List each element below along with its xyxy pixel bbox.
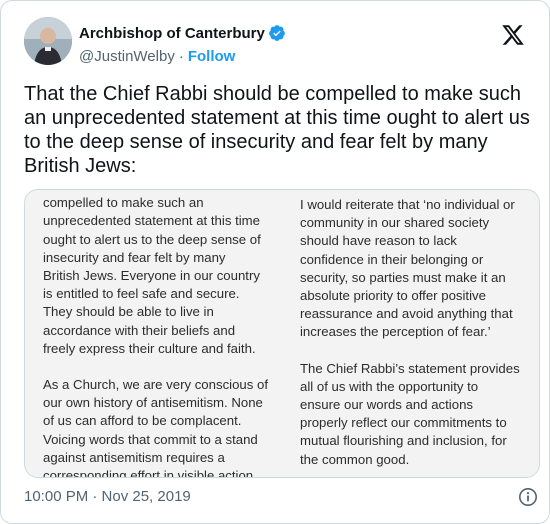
image-paragraph: That the Chief Rabbi should be compelled… (43, 190, 261, 356)
image-paragraph: As a Church, we are very conscious of ou… (43, 377, 269, 478)
tweet-timestamp[interactable]: 10:00 PM · Nov 25, 2019 (24, 488, 191, 505)
follow-button[interactable]: Follow (188, 48, 236, 65)
tweet-image[interactable]: That the Chief Rabbi should be compelled… (24, 189, 540, 478)
x-logo-icon[interactable] (501, 23, 525, 47)
author-names: Archbishop of Canterbury @JustinWelby · … (79, 23, 286, 65)
info-icon[interactable] (518, 487, 538, 507)
avatar[interactable] (24, 17, 72, 65)
image-right-column: I would reiterate that ‘no individual or… (300, 196, 535, 477)
display-name[interactable]: Archbishop of Canterbury (79, 25, 265, 42)
image-paragraph: I would reiterate that ‘no individual or… (300, 197, 515, 340)
tweet-text: That the Chief Rabbi should be compelled… (24, 83, 530, 177)
separator-dot: · (178, 48, 184, 65)
image-paragraph: The Chief Rabbi’s statement provides all… (300, 360, 520, 467)
handle[interactable]: @JustinWelby (79, 48, 175, 65)
tweet-header: Archbishop of Canterbury @JustinWelby · … (24, 15, 539, 71)
image-left-column: That the Chief Rabbi should be compelled… (43, 190, 278, 478)
verified-badge-icon (268, 24, 286, 42)
tweet-card: Archbishop of Canterbury @JustinWelby · … (0, 0, 550, 524)
